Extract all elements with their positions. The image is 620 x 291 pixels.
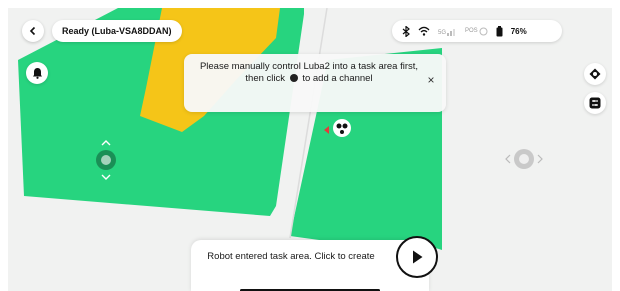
device-status-text: Ready (Luba-VSA8DDAN): [62, 26, 172, 36]
battery-percentage: 76%: [510, 26, 527, 36]
wifi-icon: [418, 26, 430, 36]
instruction-text-part2: to add a channel: [302, 73, 373, 84]
map-settings-button[interactable]: [584, 92, 606, 114]
map-settings-icon: [589, 97, 601, 109]
cell-label: 5G: [438, 29, 447, 36]
back-button[interactable]: [22, 20, 44, 42]
rtk-position-icon: POS: [465, 27, 488, 36]
satellite-icon: [479, 27, 488, 35]
bell-icon: [32, 68, 42, 79]
locate-button[interactable]: [584, 63, 606, 85]
play-button[interactable]: [396, 236, 438, 278]
bluetooth-icon: [402, 25, 410, 37]
locate-icon: [589, 68, 601, 80]
pos-label: POS: [465, 28, 478, 34]
device-status-pill[interactable]: Ready (Luba-VSA8DDAN): [52, 20, 182, 42]
instruction-toast: Please manually control Luba2 into a tas…: [184, 54, 446, 112]
task-area-panel[interactable]: Robot entered task area. Click to create: [191, 240, 429, 291]
app-screen: Ready (Luba-VSA8DDAN) 5G POS 76% Please …: [8, 8, 612, 291]
chevron-left-icon: [29, 26, 36, 36]
system-status-bar: 5G POS 76%: [392, 20, 562, 42]
cellular-signal-icon: 5G: [438, 27, 457, 36]
signal-bars-icon: [447, 28, 456, 36]
charging-station-icon[interactable]: [505, 149, 543, 169]
battery-icon: [496, 25, 503, 36]
play-icon: [413, 250, 423, 264]
instruction-message: Please manually control Luba2 into a tas…: [194, 61, 424, 85]
add-channel-icon: [289, 74, 298, 82]
task-area-message: Robot entered task area. Click to create: [207, 251, 375, 262]
close-toast-button[interactable]: ×: [424, 73, 438, 87]
notifications-button[interactable]: [26, 62, 48, 84]
close-icon: ×: [427, 73, 435, 87]
